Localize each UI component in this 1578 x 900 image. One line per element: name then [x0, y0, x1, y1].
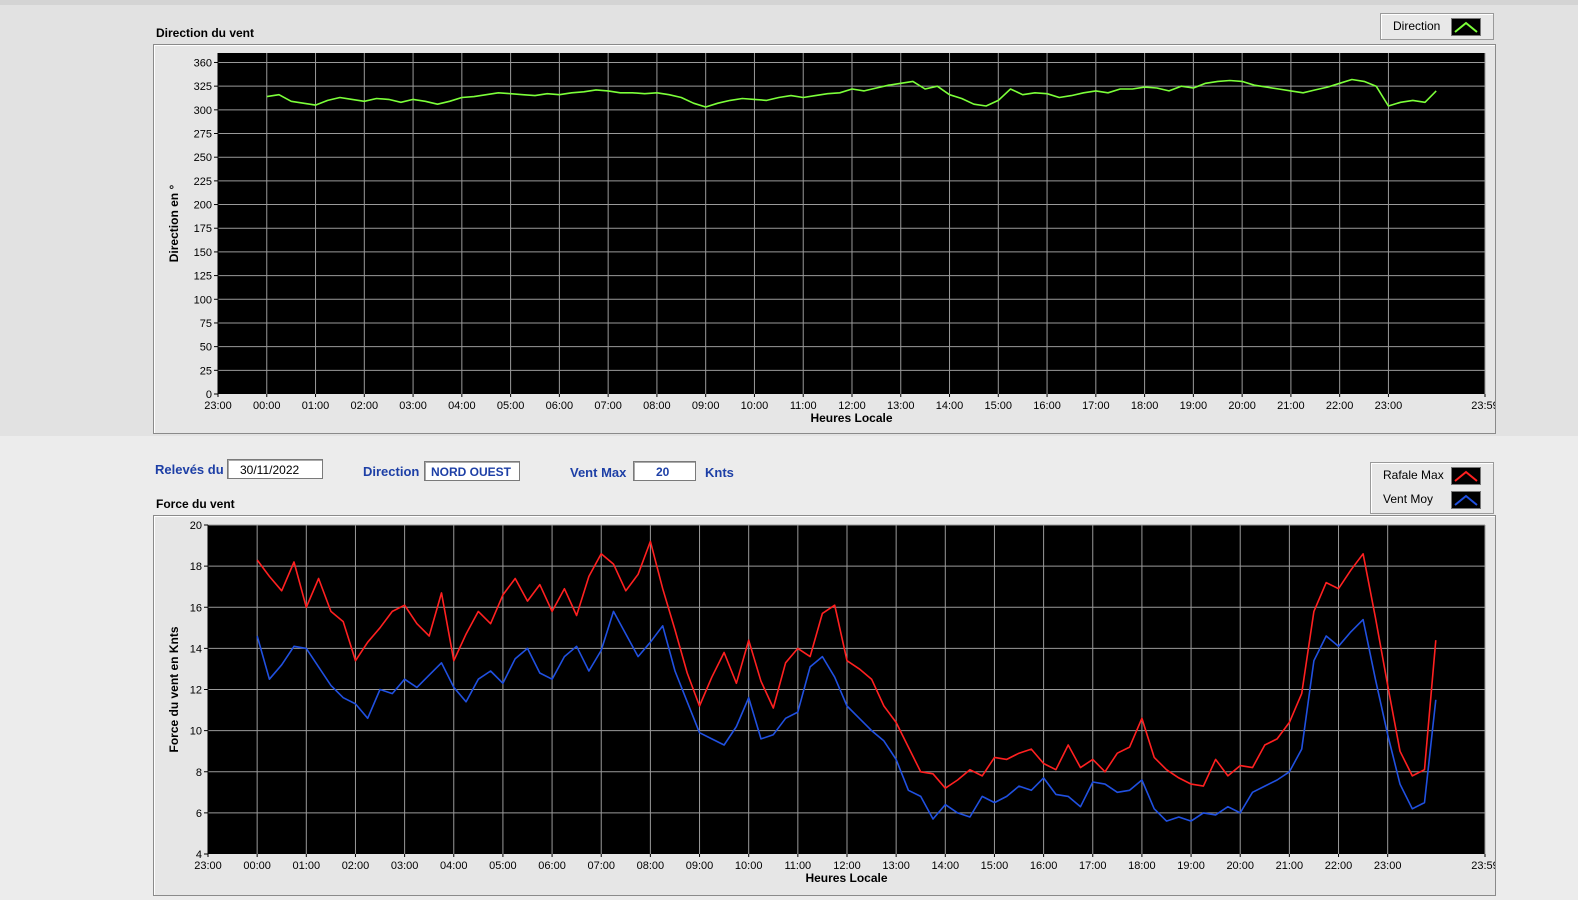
- direction-label: Direction: [363, 464, 420, 479]
- line-icon: [1451, 491, 1481, 509]
- direction-y-axis-title: Direction en °: [167, 185, 181, 263]
- direction-x-tick-label: 04:00: [448, 400, 476, 412]
- force-x-tick-label: 03:00: [391, 860, 419, 872]
- force-x-tick-label: 02:00: [342, 860, 370, 872]
- direction-chart-frame: 23:00 00:00 01:00 02:00 03:00 04:00 05:00 06:00…: [153, 44, 1499, 434]
- force-x-tick-label: 21:00: [1276, 860, 1304, 872]
- direction-y-tick-label: 125: [194, 271, 212, 283]
- direction-x-tick-label: 16:00: [1033, 400, 1061, 412]
- force-x-tick-label: 06:00: [538, 860, 566, 872]
- line-icon: [1451, 467, 1481, 485]
- direction-y-tick-label: 225: [194, 176, 212, 188]
- direction-y-tick-label: 25: [200, 365, 212, 377]
- force-x-tick-label: 19:00: [1177, 860, 1205, 872]
- legend-label-moy: Vent Moy: [1383, 492, 1434, 506]
- direction-y-tick-label: 300: [194, 105, 212, 117]
- direction-x-tick-label: 10:00: [741, 400, 769, 412]
- direction-value-field[interactable]: NORD OUEST: [424, 461, 520, 481]
- releves-label: Relevés du: [155, 462, 224, 477]
- force-x-tick-label: 23:59: [1471, 860, 1495, 872]
- force-x-tick-label: 23:00: [1374, 860, 1402, 872]
- force-x-tick-label: 23:00: [194, 860, 222, 872]
- direction-x-tick-label: 19:00: [1180, 400, 1208, 412]
- direction-x-tick-label: 05:00: [497, 400, 525, 412]
- direction-y-tick-label: 360: [194, 57, 212, 69]
- direction-x-tick-label: 08:00: [643, 400, 671, 412]
- direction-x-tick-label: 00:00: [253, 400, 281, 412]
- vent-max-label: Vent Max: [570, 465, 627, 480]
- force-y-axis-title: Force du vent en Knts: [167, 626, 181, 752]
- force-y-tick-label: 14: [190, 643, 202, 655]
- direction-y-tick-label: 325: [194, 81, 212, 93]
- legend-item-rafale[interactable]: Rafale Max: [1371, 464, 1493, 486]
- force-chart-frame: 23:00 00:00 01:00 02:00 03:00 04:00 05:00 06:00…: [153, 515, 1499, 896]
- direction-y-tick-label: 250: [194, 152, 212, 164]
- direction-x-tick-label: 22:00: [1326, 400, 1354, 412]
- force-y-tick-label: 10: [190, 726, 202, 738]
- force-x-tick-label: 16:00: [1030, 860, 1058, 872]
- direction-x-tick-label: 15:00: [985, 400, 1013, 412]
- direction-chart[interactable]: 23:00 00:00 01:00 02:00 03:00 04:00 05:00 06:00…: [154, 45, 1499, 433]
- force-y-tick-label: 8: [196, 767, 202, 779]
- force-x-tick-label: 01:00: [293, 860, 321, 872]
- direction-y-tick-label: 200: [194, 200, 212, 212]
- direction-y-tick-label: 150: [194, 247, 212, 259]
- direction-y-tick-label: 100: [194, 294, 212, 306]
- line-icon: [1451, 18, 1481, 36]
- direction-x-tick-label: 17:00: [1082, 400, 1110, 412]
- direction-x-tick-label: 18:00: [1131, 400, 1159, 412]
- force-x-tick-label: 09:00: [686, 860, 714, 872]
- force-x-tick-label: 14:00: [932, 860, 960, 872]
- vent-max-field[interactable]: 20: [633, 461, 696, 481]
- force-y-tick-label: 12: [190, 685, 202, 697]
- force-chart-title: Force du vent: [156, 497, 235, 511]
- direction-x-tick-label: 21:00: [1277, 400, 1305, 412]
- direction-x-tick-label: 01:00: [302, 400, 330, 412]
- direction-x-tick-label: 23:00: [204, 400, 232, 412]
- direction-y-tick-label: 175: [194, 223, 212, 235]
- force-y-tick-label: 16: [190, 602, 202, 614]
- direction-x-tick-label: 09:00: [692, 400, 720, 412]
- force-x-tick-label: 17:00: [1079, 860, 1107, 872]
- force-y-tick-label: 4: [196, 849, 202, 861]
- direction-y-tick-label: 0: [206, 389, 212, 401]
- force-x-tick-label: 08:00: [637, 860, 665, 872]
- force-y-tick-label: 20: [190, 520, 202, 532]
- force-x-tick-label: 10:00: [735, 860, 763, 872]
- force-y-tick-label: 18: [190, 561, 202, 573]
- direction-y-tick-label: 75: [200, 318, 212, 330]
- legend-label-direction: Direction: [1393, 19, 1441, 33]
- legend-item-direction[interactable]: Direction: [1381, 15, 1493, 37]
- force-x-tick-label: 00:00: [243, 860, 271, 872]
- force-x-tick-label: 20:00: [1226, 860, 1254, 872]
- direction-y-tick-label: 275: [194, 129, 212, 141]
- force-x-tick-label: 15:00: [981, 860, 1009, 872]
- force-x-tick-label: 05:00: [489, 860, 517, 872]
- direction-x-tick-label: 06:00: [546, 400, 574, 412]
- direction-x-tick-label: 20:00: [1228, 400, 1256, 412]
- direction-chart-title: Direction du vent: [156, 26, 255, 40]
- direction-legend: Direction: [1380, 13, 1494, 40]
- force-x-tick-label: 07:00: [587, 860, 615, 872]
- direction-x-tick-label: 23:00: [1375, 400, 1403, 412]
- direction-x-tick-label: 03:00: [399, 400, 427, 412]
- direction-x-tick-label: 23:59: [1471, 400, 1495, 412]
- force-x-axis-title: Heures Locale: [805, 871, 887, 885]
- force-x-tick-label: 22:00: [1325, 860, 1353, 872]
- force-legend: Rafale Max Vent Moy: [1370, 462, 1494, 514]
- direction-y-tick-label: 50: [200, 342, 212, 354]
- force-y-tick-label: 6: [196, 808, 202, 820]
- legend-label-rafale: Rafale Max: [1383, 468, 1444, 482]
- direction-x-tick-label: 02:00: [351, 400, 379, 412]
- direction-x-axis-title: Heures Locale: [810, 411, 892, 425]
- force-x-tick-label: 18:00: [1128, 860, 1156, 872]
- direction-x-tick-label: 14:00: [936, 400, 964, 412]
- vent-max-unit: Knts: [705, 465, 734, 480]
- releves-date-field[interactable]: 30/11/2022: [227, 459, 323, 479]
- direction-x-tick-label: 07:00: [594, 400, 622, 412]
- force-chart[interactable]: 23:00 00:00 01:00 02:00 03:00 04:00 05:00 06:00…: [154, 516, 1499, 895]
- legend-item-moy[interactable]: Vent Moy: [1371, 488, 1493, 510]
- force-x-tick-label: 04:00: [440, 860, 468, 872]
